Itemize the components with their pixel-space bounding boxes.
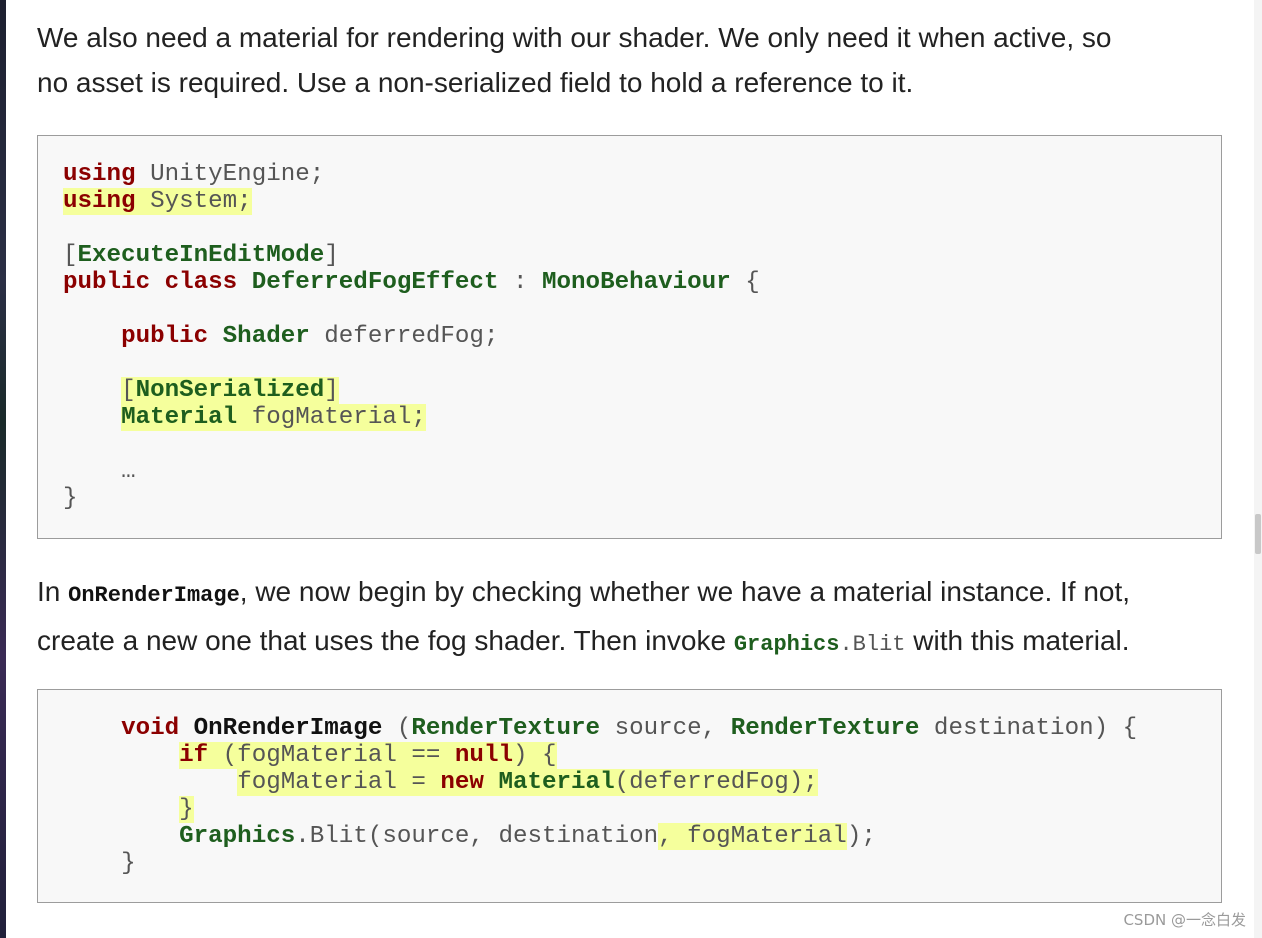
keyword-null: null: [454, 742, 513, 769]
attr-bracket-open: [: [63, 242, 78, 269]
attr-execute-in-edit-mode: ExecuteInEditMode: [77, 242, 325, 269]
code-condition: (fogMaterial ==: [208, 742, 455, 769]
code-listing-render-image: void OnRenderImage (RenderTexture source…: [63, 715, 1137, 877]
keyword-using-2: using: [63, 188, 136, 215]
keyword-new: new: [440, 769, 484, 796]
keyword-if: if: [179, 742, 209, 769]
code-ellipsis: …: [121, 458, 136, 485]
attr-bracket-open-2: [: [121, 377, 136, 404]
code-blit-end: );: [846, 823, 876, 850]
inline-code-on-render-image: OnRenderImage: [68, 583, 240, 608]
highlight-non-serialized: [NonSerialized]: [121, 377, 339, 404]
code-brace-open: {: [730, 269, 760, 296]
param-source: source,: [600, 715, 731, 742]
attr-bracket-close-2: ]: [324, 377, 339, 404]
type-material-2: Material: [498, 769, 615, 796]
type-graphics: Graphics: [179, 823, 296, 850]
highlight-assign-line: fogMaterial = new Material(deferredFog);: [237, 769, 818, 796]
attr-non-serialized: NonSerialized: [135, 377, 325, 404]
type-shader: Shader: [222, 323, 310, 350]
type-render-texture: RenderTexture: [411, 715, 601, 742]
inline-code-graphics: Graphics: [733, 632, 840, 657]
scrollbar-thumb[interactable]: [1255, 514, 1261, 554]
keyword-public-2: public: [121, 323, 209, 350]
code-outer-close: }: [121, 850, 136, 877]
render-line2-suffix: with this material.: [905, 625, 1130, 656]
code-colon: :: [498, 269, 543, 296]
watermark: CSDN @一念白发: [1123, 911, 1246, 929]
intro-paragraph: We also need a material for rendering wi…: [37, 15, 1227, 105]
class-name: DeferredFogEffect: [251, 269, 499, 296]
highlight-inner-close: }: [179, 796, 194, 823]
highlight-using-system: using System;: [63, 188, 252, 215]
base-class-name: MonoBehaviour: [542, 269, 731, 296]
method-on-render-image: OnRenderImage: [193, 715, 383, 742]
inline-code-blit: .Blit: [839, 632, 906, 657]
code-system: System;: [135, 188, 252, 215]
render-prefix: In: [37, 576, 69, 607]
keyword-void: void: [121, 715, 180, 742]
code-cond-close: ) {: [512, 742, 557, 769]
keyword-using: using: [63, 161, 136, 188]
render-line-2: create a new one that uses the fog shade…: [37, 618, 1227, 667]
attr-bracket-close: ]: [324, 242, 339, 269]
field-fog-material: fogMaterial;: [237, 404, 426, 431]
intro-line-1: We also need a material for rendering wi…: [37, 22, 1112, 53]
type-material: Material: [121, 404, 238, 431]
code-open-paren: (: [382, 715, 412, 742]
code-ctor-args: (deferredFog);: [614, 769, 818, 796]
keyword-class: class: [164, 269, 238, 296]
render-line-1: In OnRenderImage, we now begin by checki…: [37, 569, 1227, 618]
highlight-material-field: Material fogMaterial;: [121, 404, 426, 431]
vertical-scrollbar[interactable]: [1254, 0, 1262, 938]
render-line2-prefix: create a new one that uses the fog shade…: [37, 625, 734, 656]
intro-line-2: no asset is required. Use a non-serializ…: [37, 67, 914, 98]
code-assign: fogMaterial =: [237, 769, 441, 796]
code-brace-close: }: [63, 485, 78, 512]
code-listing-class: using UnityEngine; using System; [Execut…: [63, 161, 760, 512]
left-window-edge: [0, 0, 6, 938]
code-block-render-image: void OnRenderImage (RenderTexture source…: [37, 689, 1222, 903]
highlight-blit-arg: , fogMaterial: [658, 823, 847, 850]
render-image-paragraph: In OnRenderImage, we now begin by checki…: [37, 569, 1227, 667]
keyword-public: public: [63, 269, 151, 296]
render-middle: , we now begin by checking whether we ha…: [239, 576, 1131, 607]
code-blit-call: .Blit(source, destination: [295, 823, 659, 850]
highlight-if-line: if (fogMaterial == null) {: [179, 742, 557, 769]
code-block-class: using UnityEngine; using System; [Execut…: [37, 135, 1222, 539]
type-render-texture-2: RenderTexture: [730, 715, 920, 742]
code-unity-engine: UnityEngine;: [135, 161, 325, 188]
field-deferred-fog: deferredFog;: [309, 323, 499, 350]
param-destination: destination) {: [919, 715, 1138, 742]
